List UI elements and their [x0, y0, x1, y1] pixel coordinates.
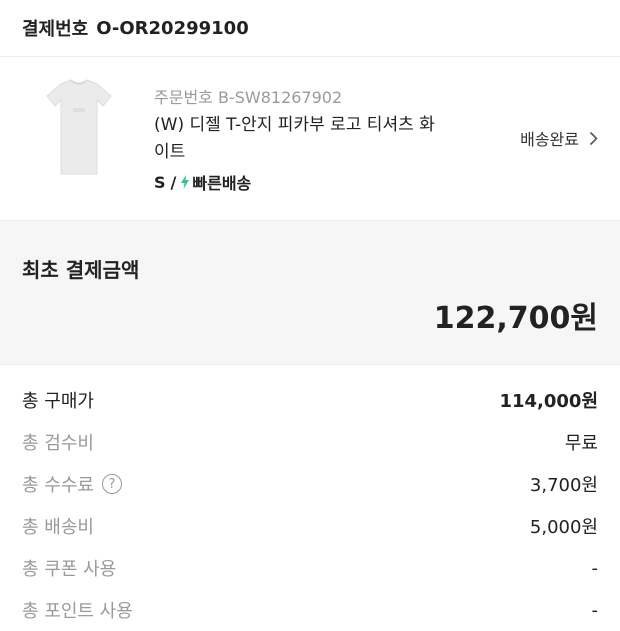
row-total-purchase: 총 구매가 114,000원 [0, 379, 620, 421]
option-separator: / [170, 172, 177, 192]
lightning-bolt-icon [180, 175, 190, 189]
row-value: 3,700원 [529, 475, 598, 496]
row-inspection-fee: 총 검수비 무료 [0, 421, 620, 463]
delivery-type: 빠른배송 [192, 174, 252, 193]
order-number-value: B-SW81267902 [217, 88, 343, 107]
row-value: 114,000원 [499, 391, 598, 412]
row-coupon-used: 총 쿠폰 사용 - [0, 547, 620, 589]
initial-payment-title: 최초 결제금액 [22, 258, 140, 282]
row-points-used: 총 포인트 사용 - [0, 589, 620, 631]
order-number: 주문번호 B-SW81267902 [154, 84, 342, 108]
delivery-status-text: 배송완료 [520, 130, 579, 149]
row-shipping-fee: 총 배송비 5,000원 [0, 505, 620, 547]
row-label: 총 구매가 [22, 391, 94, 412]
row-value: 5,000원 [529, 517, 598, 538]
row-commission: 총 수수료 ? 3,700원 [0, 463, 620, 505]
initial-payment-amount: 122,700원 [433, 301, 598, 336]
chevron-right-icon [589, 131, 598, 146]
row-label: 총 포인트 사용 [22, 601, 133, 622]
order-number-label: 주문번호 [154, 88, 213, 107]
product-image[interactable] [22, 71, 136, 185]
size-value: S [154, 172, 166, 192]
product-name[interactable]: (W) 디젤 T-안지 피카부 로고 티셔츠 화이트 [154, 112, 444, 166]
price-breakdown: 총 구매가 114,000원 총 검수비 무료 총 수수료 ? 3,700원 총… [0, 365, 620, 631]
row-label: 총 배송비 [22, 517, 94, 538]
row-value: - [591, 557, 599, 579]
order-item[interactable]: 주문번호 B-SW81267902 (W) 디젤 T-안지 피카부 로고 티셔츠… [0, 57, 620, 221]
product-option: S / 빠른배송 [154, 170, 251, 194]
row-label: 총 수수료 [22, 475, 94, 496]
payment-number-header: 결제번호 O-OR20299100 [0, 0, 620, 57]
payment-number-value: O-OR20299100 [96, 17, 249, 39]
tshirt-thumbnail-icon [46, 79, 112, 175]
payment-number-label: 결제번호 [22, 19, 89, 40]
row-value: 무료 [564, 433, 598, 454]
question-circle-icon[interactable]: ? [101, 474, 122, 494]
row-label: 총 쿠폰 사용 [22, 559, 117, 580]
row-value: - [591, 599, 599, 621]
row-label: 총 검수비 [22, 433, 94, 454]
initial-payment-panel: 최초 결제금액 122,700원 [0, 221, 620, 365]
delivery-status-link[interactable]: 배송완료 [520, 126, 598, 150]
